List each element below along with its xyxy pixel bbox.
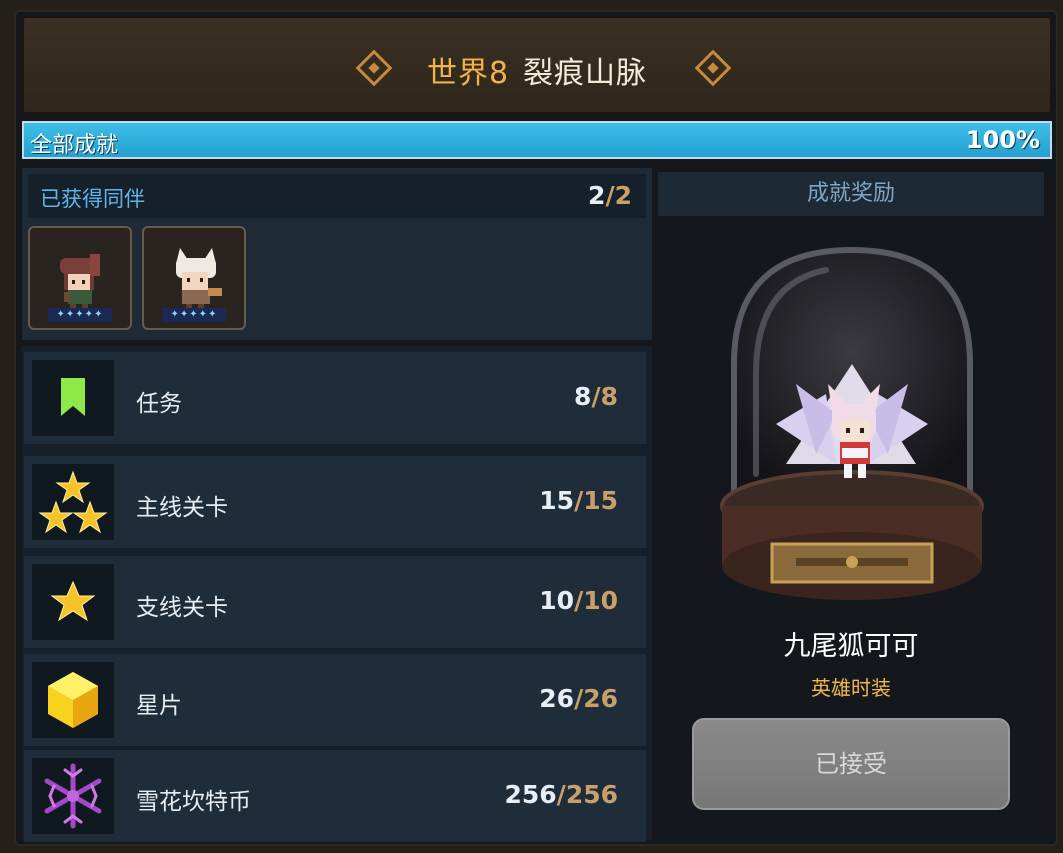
row-count: 256/256 xyxy=(504,780,618,809)
progress-label: 全部成就 xyxy=(30,133,119,158)
list-item-snowflake-coins[interactable]: 雪花坎特币 256/256 xyxy=(24,750,646,842)
reward-panel: 成就奖励 九尾狐可可 英雄时装 已接受 xyxy=(658,172,1044,840)
count-separator: / xyxy=(574,486,584,515)
glass-dome-display xyxy=(720,246,984,600)
world-name: 裂痕山脉 xyxy=(523,56,648,91)
row-label: 星片 xyxy=(136,693,182,719)
achievement-list: 任务 8/8 主线关卡 15/15 支线关卡 10/10 星片 26/26 雪花… xyxy=(22,346,652,842)
row-current: 26 xyxy=(539,684,575,713)
list-item-quests[interactable]: 任务 8/8 xyxy=(24,352,646,444)
snowflake-coin-icon xyxy=(32,758,114,834)
row-current: 8 xyxy=(574,382,592,411)
accepted-button[interactable]: 已接受 xyxy=(692,718,1010,810)
row-current: 256 xyxy=(504,780,557,809)
row-total: 256 xyxy=(565,780,618,809)
count-separator: / xyxy=(574,586,584,615)
row-count: 8/8 xyxy=(574,382,618,411)
companions-title: 已获得同伴 xyxy=(40,187,145,211)
companions-current: 2 xyxy=(588,181,606,210)
companions-header: 已获得同伴 2/2 xyxy=(28,174,646,218)
row-count: 10/10 xyxy=(539,586,618,615)
window-frame: 世界8 裂痕山脉 全部成就 100% 已获得同伴 2/2 ✦✦✦✦✦ ✦✦✦✦✦… xyxy=(0,0,1063,853)
hero-portrait-1[interactable]: ✦✦✦✦✦ xyxy=(28,226,132,330)
star-piece-cube-icon xyxy=(32,662,114,738)
row-label: 雪花坎特币 xyxy=(136,789,251,815)
world-number: 世界8 xyxy=(426,56,510,91)
star-icon xyxy=(32,564,114,640)
count-separator: / xyxy=(605,181,615,210)
page-title: 世界8 裂痕山脉 xyxy=(24,48,1050,92)
reward-title: 成就奖励 xyxy=(658,172,1044,216)
reward-type: 英雄时装 xyxy=(811,676,891,700)
row-total: 26 xyxy=(583,684,618,713)
hero-portrait-2[interactable]: ✦✦✦✦✦ xyxy=(142,226,246,330)
reward-name: 九尾狐可可 xyxy=(783,631,919,662)
list-item-side-stages[interactable]: 支线关卡 10/10 xyxy=(24,556,646,648)
count-separator: / xyxy=(591,382,601,411)
companions-total: 2 xyxy=(614,181,632,210)
hero-stars-1: ✦✦✦✦✦ xyxy=(48,308,112,322)
row-label: 主线关卡 xyxy=(136,495,228,521)
row-label: 任务 xyxy=(136,391,182,417)
row-current: 15 xyxy=(539,486,575,515)
companions-panel: 已获得同伴 2/2 ✦✦✦✦✦ ✦✦✦✦✦ xyxy=(22,168,652,340)
progress-percent: 100% xyxy=(965,126,1040,154)
row-count: 15/15 xyxy=(539,486,618,515)
hero-stars-2: ✦✦✦✦✦ xyxy=(162,308,226,322)
list-item-star-pieces[interactable]: 星片 26/26 xyxy=(24,654,646,746)
list-item-main-stages[interactable]: 主线关卡 15/15 xyxy=(24,456,646,548)
three-stars-icon xyxy=(32,464,114,540)
progress-fill xyxy=(24,123,1050,157)
count-separator: / xyxy=(574,684,584,713)
achievement-panel: 世界8 裂痕山脉 全部成就 100% 已获得同伴 2/2 ✦✦✦✦✦ ✦✦✦✦✦… xyxy=(14,10,1058,846)
overall-progress-bar: 全部成就 100% xyxy=(22,121,1052,159)
row-total: 10 xyxy=(583,586,618,615)
row-current: 10 xyxy=(539,586,575,615)
row-label: 支线关卡 xyxy=(136,595,228,621)
row-count: 26/26 xyxy=(539,684,618,713)
companions-count: 2/2 xyxy=(588,181,632,210)
world-header: 世界8 裂痕山脉 xyxy=(22,16,1052,114)
row-total: 15 xyxy=(583,486,618,515)
left-column: 已获得同伴 2/2 ✦✦✦✦✦ ✦✦✦✦✦ 任务 8/8 主线关卡 15/15 … xyxy=(22,168,652,842)
bookmark-icon xyxy=(32,360,114,436)
count-separator: / xyxy=(556,780,566,809)
row-total: 8 xyxy=(600,382,618,411)
